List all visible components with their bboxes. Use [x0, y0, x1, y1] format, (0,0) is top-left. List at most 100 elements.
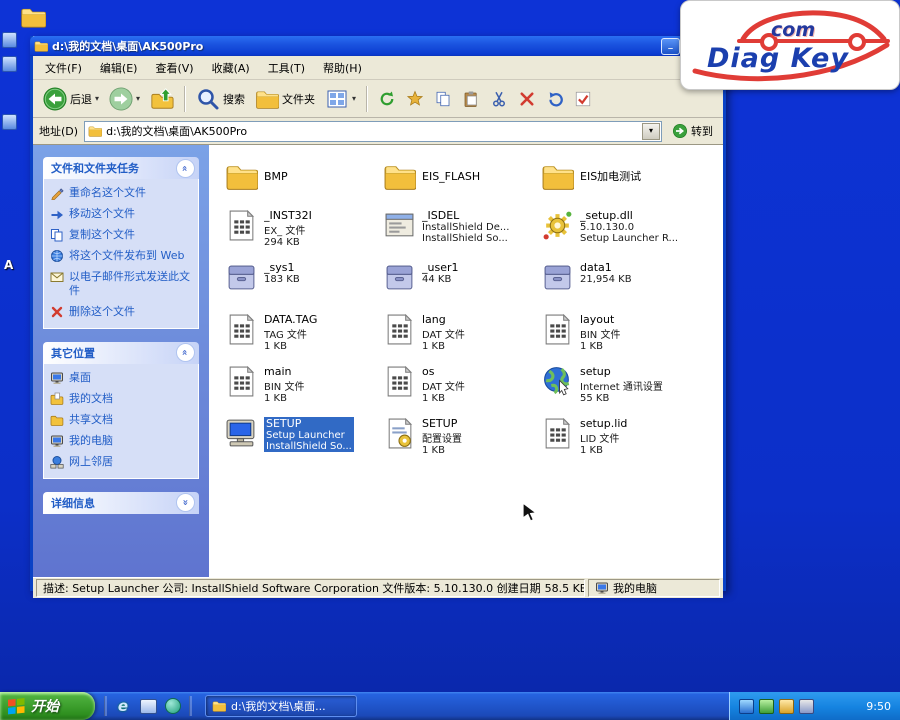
- file-name: DATA.TAG: [264, 313, 318, 326]
- panel-other-places-header[interactable]: 其它位置 »: [43, 341, 199, 364]
- go-button[interactable]: 转到: [668, 123, 717, 139]
- copy-button[interactable]: [430, 88, 456, 110]
- sidebar-item-move-file[interactable]: 移动这个文件: [50, 207, 192, 221]
- file-name: _setup.dll: [580, 209, 633, 222]
- file-size: 1 KB: [422, 445, 445, 456]
- delete-icon: [50, 305, 64, 319]
- file-item[interactable]: setup.lid LID 文件 1 KB: [541, 417, 699, 469]
- menu-edit[interactable]: 编辑(E): [92, 59, 146, 77]
- file-item-selected[interactable]: SETUP Setup Launcher InstallShield So...: [225, 416, 383, 469]
- up-icon: [150, 87, 174, 111]
- chevron-up-icon[interactable]: »: [176, 343, 195, 362]
- quick-launch-desktop-icon[interactable]: [139, 697, 157, 715]
- views-button[interactable]: ▾: [321, 85, 360, 113]
- task-label: 我的电脑: [69, 433, 113, 447]
- folders-button[interactable]: 文件夹: [251, 85, 319, 113]
- dll-icon: [541, 209, 574, 242]
- config-icon: [383, 417, 416, 450]
- task-label: 将这个文件发布到 Web: [69, 249, 185, 262]
- forward-button[interactable]: ▾: [105, 85, 144, 113]
- minimize-button[interactable]: _: [661, 37, 680, 55]
- sidebar-item-rename-file[interactable]: 重命名这个文件: [50, 186, 192, 200]
- back-button[interactable]: 后退 ▾: [39, 85, 103, 113]
- sidebar-item-my-documents[interactable]: 我的文档: [50, 392, 192, 406]
- file-item[interactable]: BMP: [225, 157, 383, 209]
- address-input[interactable]: d:\我的文档\桌面\AK500Pro ▾: [84, 120, 662, 142]
- undo-button[interactable]: [542, 88, 568, 110]
- document-icon: [383, 313, 416, 346]
- tray-input-icon[interactable]: [799, 698, 814, 714]
- sidebar-item-delete-file[interactable]: 删除这个文件: [50, 305, 192, 319]
- file-name: main: [264, 365, 292, 378]
- search-button[interactable]: 搜索: [192, 85, 249, 113]
- file-item[interactable]: layout BIN 文件 1 KB: [541, 313, 699, 365]
- file-item[interactable]: _user1 44 KB: [383, 261, 541, 313]
- file-item[interactable]: _ISDEL InstallShield De... InstallShield…: [383, 209, 541, 261]
- menu-help[interactable]: 帮助(H): [315, 59, 370, 77]
- sidebar-item-copy-file[interactable]: 复制这个文件: [50, 228, 192, 242]
- menu-file[interactable]: 文件(F): [37, 59, 90, 77]
- file-item[interactable]: _INST32I EX_ 文件 294 KB: [225, 209, 383, 261]
- tray-update-icon[interactable]: [759, 698, 774, 714]
- desktop-icon-fragment[interactable]: [2, 56, 17, 72]
- sidebar-item-my-computer[interactable]: 我的电脑: [50, 434, 192, 448]
- sidebar-item-publish-file[interactable]: 将这个文件发布到 Web: [50, 249, 192, 263]
- sidebar-item-shared-documents[interactable]: 共享文档: [50, 413, 192, 427]
- menu-favorites[interactable]: 收藏(A): [204, 59, 258, 77]
- file-item[interactable]: data1 21,954 KB: [541, 261, 699, 313]
- document-icon: [383, 365, 416, 398]
- refresh-button[interactable]: [374, 88, 400, 110]
- taskbar-window-button[interactable]: d:\我的文档\桌面...: [205, 695, 357, 717]
- file-item[interactable]: lang DAT 文件 1 KB: [383, 313, 541, 365]
- taskbar-divider: [104, 696, 107, 716]
- menu-view[interactable]: 查看(V): [147, 59, 201, 77]
- file-item[interactable]: _sys1 183 KB: [225, 261, 383, 313]
- task-label: 删除这个文件: [69, 304, 135, 318]
- sidebar-item-desktop[interactable]: 桌面: [50, 371, 192, 385]
- file-item[interactable]: setup Internet 通讯设置 55 KB: [541, 365, 699, 417]
- favorites-button[interactable]: [402, 88, 428, 110]
- menu-tools[interactable]: 工具(T): [260, 59, 313, 77]
- properties-button[interactable]: [570, 88, 596, 110]
- file-item[interactable]: _setup.dll 5.10.130.0 Setup Launcher R..…: [541, 209, 699, 261]
- sidebar-item-email-file[interactable]: 以电子邮件形式发送此文件: [50, 270, 192, 298]
- address-dropdown[interactable]: ▾: [642, 122, 660, 140]
- panel-other-places: 其它位置 » 桌面 我的文档 共享文档 我的电脑 网上邻居: [43, 341, 199, 479]
- file-name: data1: [580, 261, 612, 274]
- up-button[interactable]: [146, 85, 178, 113]
- chevron-up-icon[interactable]: »: [176, 158, 195, 178]
- desktop-folder-icon[interactable]: [20, 4, 46, 30]
- chevron-down-icon[interactable]: »: [176, 493, 195, 512]
- tray-network-icon[interactable]: [739, 698, 754, 714]
- chevron-down-icon: ▾: [136, 94, 141, 103]
- paste-button[interactable]: [458, 88, 484, 110]
- file-item[interactable]: EIS_FLASH: [383, 157, 541, 209]
- delete-button[interactable]: [514, 88, 540, 110]
- setup-launcher-icon: [225, 417, 258, 450]
- quick-launch-media-icon[interactable]: [164, 697, 182, 715]
- sidebar-item-network-places[interactable]: 网上邻居: [50, 455, 192, 469]
- file-name: EIS_FLASH: [422, 169, 481, 183]
- panel-file-tasks-header[interactable]: 文件和文件夹任务 »: [43, 157, 199, 179]
- file-item[interactable]: SETUP 配置设置 1 KB: [383, 417, 541, 469]
- desktop[interactable]: A d:\我的文档\桌面\AK500Pro _ □ × 文件(F) 编辑(E) …: [0, 0, 900, 720]
- desktop-icon-fragment[interactable]: [2, 32, 17, 48]
- file-item[interactable]: DATA.TAG TAG 文件 1 KB: [225, 313, 383, 365]
- back-icon: [43, 87, 67, 111]
- file-item[interactable]: main BIN 文件 1 KB: [225, 365, 383, 417]
- task-label: 桌面: [69, 370, 91, 384]
- file-name: BMP: [264, 169, 288, 183]
- task-label: 网上邻居: [69, 454, 113, 468]
- taskbar: 开始 e d:\我的文档\桌面... 9:50: [0, 692, 900, 720]
- tray-volume-icon[interactable]: [779, 698, 794, 714]
- chevron-down-icon: ▾: [352, 94, 357, 103]
- desktop-icon-fragment[interactable]: [2, 114, 17, 130]
- file-item[interactable]: os DAT 文件 1 KB: [383, 365, 541, 417]
- cabinet-icon: [383, 261, 416, 294]
- start-button[interactable]: 开始: [0, 692, 95, 720]
- file-item[interactable]: EIS加电测试: [541, 157, 699, 209]
- panel-details-header[interactable]: 详细信息 »: [43, 491, 199, 514]
- title-bar[interactable]: d:\我的文档\桌面\AK500Pro _ □ ×: [30, 36, 726, 56]
- cut-button[interactable]: [486, 88, 512, 110]
- quick-launch-ie-icon[interactable]: e: [114, 697, 132, 715]
